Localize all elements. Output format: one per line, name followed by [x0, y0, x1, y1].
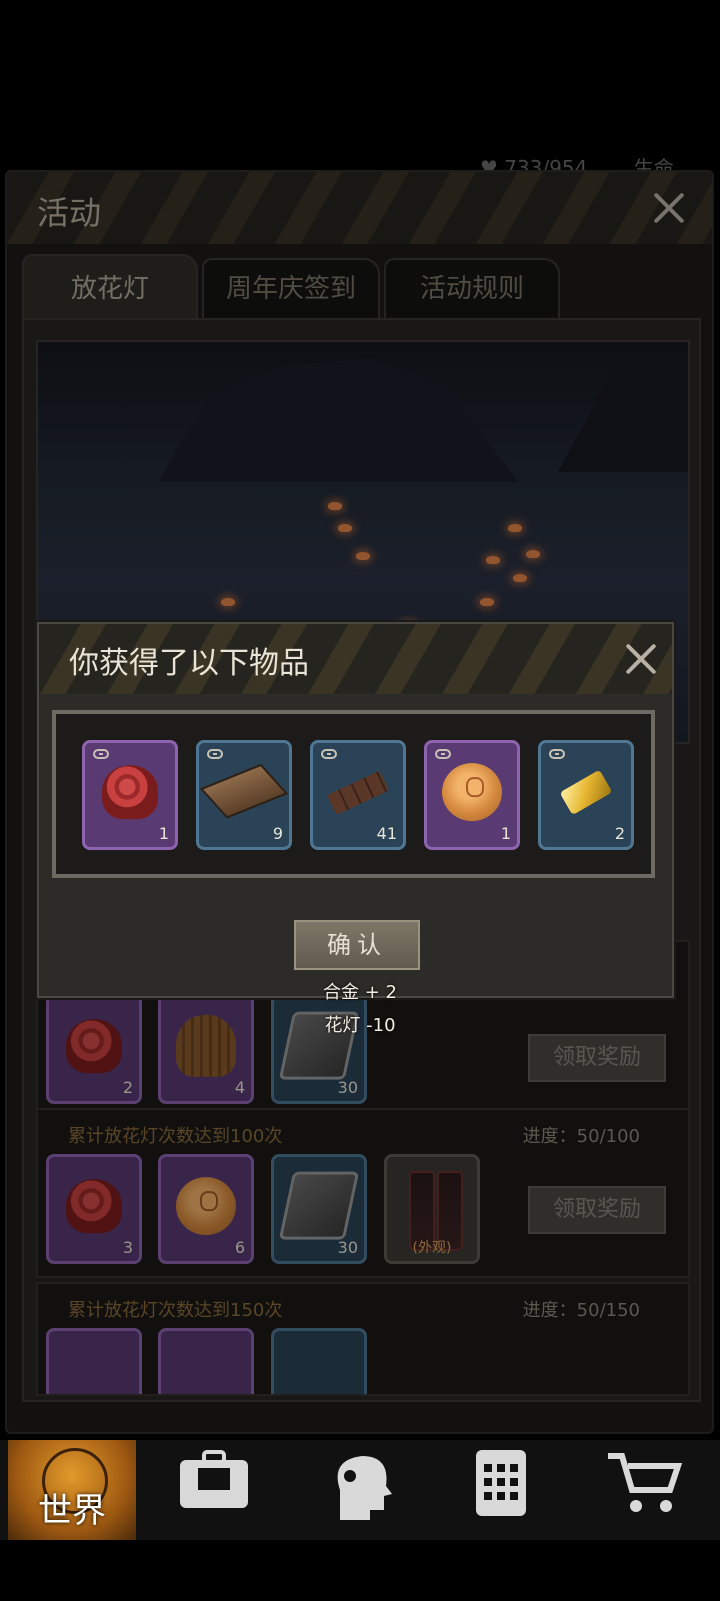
- modal-title: 你获得了以下物品: [69, 646, 309, 681]
- confirm-button[interactable]: 确认: [294, 920, 420, 970]
- item-qty: 1: [158, 824, 169, 843]
- bottom-nav: 世界: [0, 1440, 720, 1540]
- head-profile-icon: [337, 1456, 392, 1520]
- bound-icon: [435, 749, 451, 759]
- obtained-item[interactable]: 1: [424, 740, 520, 850]
- nav-shop[interactable]: [604, 1450, 684, 1520]
- gold-mooncake-icon: [442, 763, 502, 822]
- item-qty: 9: [272, 824, 283, 843]
- nav-world-label: 世界: [38, 1491, 106, 1531]
- calculator-icon: [476, 1450, 526, 1516]
- bound-icon: [549, 749, 565, 759]
- obtained-items-box: 1 9 41 1 2: [52, 710, 655, 878]
- gold-bar-icon: [559, 769, 613, 816]
- nav-backpack[interactable]: [176, 1450, 256, 1520]
- nav-crafting[interactable]: [464, 1450, 544, 1520]
- modal-header: 你获得了以下物品: [39, 624, 672, 694]
- red-mooncake-icon: [102, 765, 158, 820]
- wooden-box-icon: [199, 763, 289, 819]
- chocolate-icon: [327, 770, 389, 816]
- reward-modal: 你获得了以下物品 1 9 41 1 2 确认: [37, 622, 674, 998]
- close-modal-button[interactable]: [621, 639, 661, 679]
- bound-icon: [321, 749, 337, 759]
- bound-icon: [207, 749, 223, 759]
- bound-icon: [93, 749, 109, 759]
- obtained-item[interactable]: 9: [196, 740, 292, 850]
- shopping-cart-icon: [608, 1453, 683, 1512]
- item-qty: 1: [500, 824, 511, 843]
- obtained-item[interactable]: 1: [82, 740, 178, 850]
- obtained-item[interactable]: 41: [310, 740, 406, 850]
- item-qty: 2: [614, 824, 625, 843]
- nav-world[interactable]: 世界: [8, 1440, 136, 1540]
- toast-alloy: 合金 + 2: [323, 982, 397, 1003]
- nav-character[interactable]: [320, 1450, 400, 1520]
- toast-lantern: 花灯 -10: [324, 1015, 396, 1036]
- item-qty: 41: [376, 824, 397, 843]
- obtained-item[interactable]: 2: [538, 740, 634, 850]
- backpack-icon: [180, 1450, 248, 1508]
